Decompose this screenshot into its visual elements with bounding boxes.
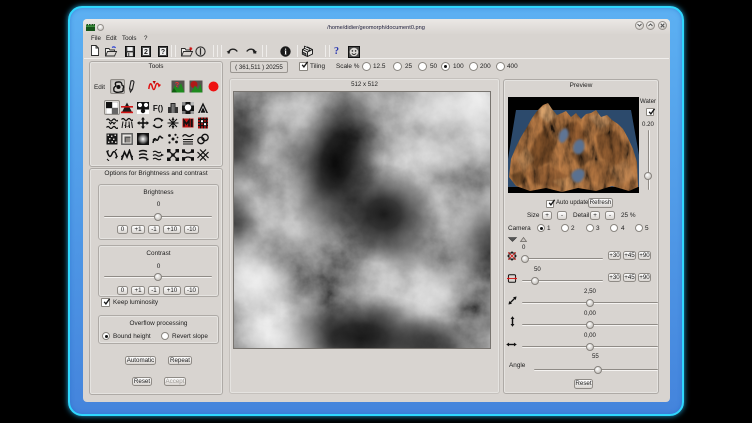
- svg-text:?: ?: [175, 82, 179, 89]
- svg-text:F(): F(): [153, 104, 164, 113]
- svg-text:2: 2: [144, 49, 148, 56]
- svg-text:?: ?: [161, 49, 165, 56]
